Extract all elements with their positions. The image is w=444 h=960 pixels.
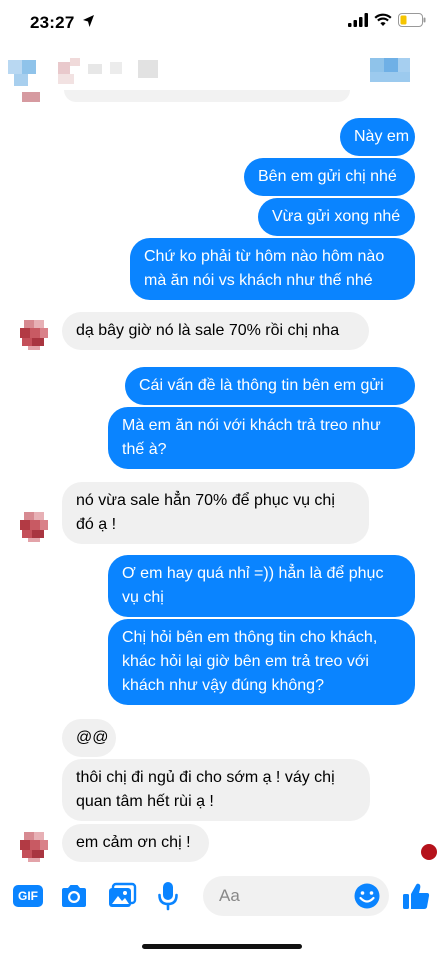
contact-avatar-icon[interactable] [18, 318, 50, 350]
outgoing-message[interactable]: Chứ ko phải từ hôm nào hôm nào mà ăn nói… [130, 238, 415, 300]
battery-icon [398, 13, 426, 27]
message-composer: GIF Aa [0, 868, 444, 924]
wifi-icon [374, 13, 392, 26]
conversation-header[interactable] [0, 44, 444, 102]
like-button[interactable] [400, 880, 432, 912]
signal-icon [348, 13, 368, 27]
seen-avatar-icon [421, 844, 437, 860]
camera-icon [62, 885, 86, 907]
camera-button[interactable] [58, 880, 90, 912]
outgoing-message[interactable]: Cái vấn đề là thông tin bên em gửi [125, 367, 415, 405]
incoming-message[interactable]: thôi chị đi ngủ đi cho sớm ạ ! váy chị q… [62, 759, 370, 821]
gif-button[interactable]: GIF [12, 880, 44, 912]
home-indicator[interactable] [142, 944, 302, 949]
incoming-message[interactable]: dạ bây giờ nó là sale 70% rồi chị nha [62, 312, 369, 350]
contact-avatar-icon[interactable] [18, 830, 50, 862]
location-arrow-icon [83, 15, 94, 27]
incoming-message[interactable]: em cảm ơn chị ! [62, 824, 209, 862]
voice-button[interactable] [152, 880, 184, 912]
message-placeholder: Aa [219, 886, 240, 905]
incoming-message[interactable]: nó vừa sale hẳn 70% để phục vụ chị đó ạ … [62, 482, 369, 544]
outgoing-message[interactable]: Chị hỏi bên em thông tin cho khách, khác… [108, 619, 415, 705]
status-indicators [348, 13, 426, 27]
microphone-icon [158, 882, 178, 911]
photo-button[interactable] [106, 880, 138, 912]
outgoing-message[interactable]: Này em [340, 118, 415, 156]
status-time: 23:27 [30, 13, 75, 32]
outgoing-message[interactable]: Mà em ăn nói với khách trả treo như thế … [108, 407, 415, 469]
outgoing-message[interactable]: Vừa gửi xong nhé [258, 198, 415, 236]
gif-icon: GIF [13, 885, 43, 907]
image-icon [109, 882, 137, 907]
outgoing-message[interactable]: Bên em gửi chị nhé [244, 158, 415, 196]
thumbs-up-icon [403, 883, 430, 909]
contact-avatar-icon[interactable] [18, 510, 50, 542]
message-input[interactable]: Aa [203, 876, 389, 916]
incoming-message[interactable]: @@ [62, 719, 116, 757]
outgoing-message[interactable]: Ơ em hay quá nhỉ =)) hẳn là để phục vụ c… [108, 555, 415, 617]
emoji-icon[interactable] [353, 882, 381, 910]
status-bar: 23:27 [0, 0, 444, 44]
